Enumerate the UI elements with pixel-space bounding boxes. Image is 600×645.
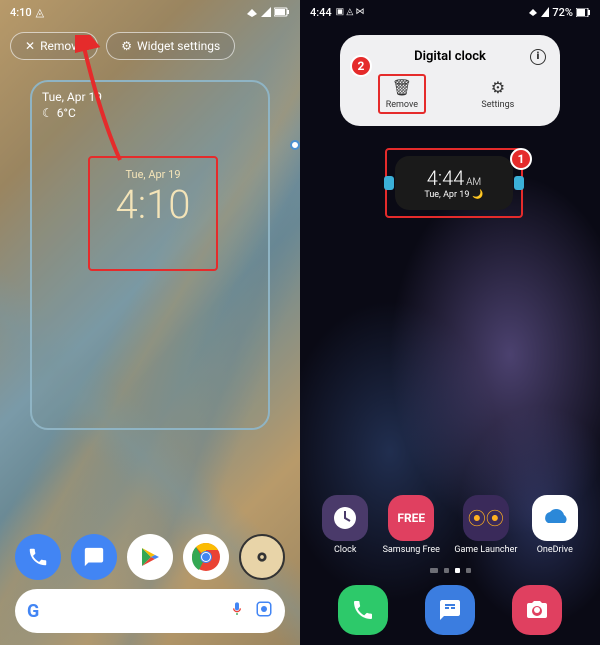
popup-settings-button[interactable]: ⚙ Settings <box>473 74 522 114</box>
dot-active <box>455 568 460 573</box>
resize-handle-left[interactable] <box>384 176 394 190</box>
status-time: 4:10 <box>10 6 32 19</box>
clock-app[interactable]: Clock <box>322 495 368 555</box>
clock-time: 4:10 <box>98 185 208 225</box>
settings-label: Settings <box>481 100 514 110</box>
status-right <box>246 7 290 17</box>
status-bar: 4:44 ▣ ◬ ⋈ 72% <box>300 0 600 24</box>
phone-app[interactable] <box>15 534 61 580</box>
status-icons: ▣ ◬ ⋈ <box>336 7 365 17</box>
moon-icon: ☾ <box>42 106 53 120</box>
battery-pct: 72% <box>552 6 573 19</box>
samsung-free-app[interactable]: FREE Samsung Free <box>383 495 440 555</box>
resize-handle-right[interactable] <box>514 176 524 190</box>
search-bar[interactable]: G <box>15 589 285 633</box>
remove-label: Remove <box>386 100 418 110</box>
status-bar: 4:10 ◬ <box>0 0 300 24</box>
gear-icon: ⚙ <box>491 78 505 97</box>
pixel-home-screen: 4:10 ◬ ✕ Remove ⚙ Widget settings Tue, A… <box>0 0 300 645</box>
samsung-dock <box>300 585 600 635</box>
lens-icon[interactable] <box>255 600 273 622</box>
game-launcher-app[interactable]: ⦿⦿ Game Launcher <box>454 495 517 555</box>
mic-icon[interactable] <box>229 601 245 621</box>
signal-icon <box>541 7 549 17</box>
dock <box>0 534 300 580</box>
trash-icon: 🗑 <box>392 78 412 97</box>
messages-app[interactable] <box>71 534 117 580</box>
info-icon[interactable]: i <box>530 49 546 65</box>
battery-icon <box>576 8 590 17</box>
clock-date: Tue, Apr 19 <box>98 168 208 181</box>
battery-icon <box>274 7 290 17</box>
wifi-icon <box>246 7 258 17</box>
signal-icon <box>261 7 271 17</box>
callout-1: 1 <box>510 148 532 170</box>
callout-2: 2 <box>350 55 372 77</box>
widget-time: 4:44AM <box>427 166 481 190</box>
dot <box>466 568 471 573</box>
play-store-app[interactable] <box>127 534 173 580</box>
samsung-home-screen: 4:44 ▣ ◬ ⋈ 72% Digital clock i 🗑 Remove … <box>300 0 600 645</box>
phone-app[interactable] <box>338 585 388 635</box>
camera-app[interactable] <box>512 585 562 635</box>
clock-widget[interactable]: Tue, Apr 19 4:10 <box>88 156 218 271</box>
status-icon: ◬ <box>36 6 44 19</box>
widget-date: Tue, Apr 19🌙 <box>424 190 483 200</box>
page-indicator[interactable] <box>300 568 600 573</box>
dot <box>444 568 449 573</box>
annotation-arrow <box>75 35 135 169</box>
wifi-icon <box>528 7 538 17</box>
digital-clock-widget[interactable]: 4:44AM Tue, Apr 19🌙 <box>385 148 523 218</box>
resize-handle[interactable] <box>290 140 300 150</box>
onedrive-app[interactable]: OneDrive <box>532 495 578 555</box>
settings-label: Widget settings <box>137 39 220 53</box>
camera-app[interactable] <box>239 534 285 580</box>
status-time: 4:44 <box>310 6 332 19</box>
chrome-app[interactable] <box>183 534 229 580</box>
widget-popup: Digital clock i 🗑 Remove ⚙ Settings <box>340 35 560 126</box>
close-icon: ✕ <box>25 39 35 53</box>
weather-temp: 6°C <box>57 106 76 120</box>
app-row: Clock FREE Samsung Free ⦿⦿ Game Launcher… <box>300 495 600 555</box>
popup-remove-button[interactable]: 🗑 Remove <box>378 74 426 114</box>
popup-title: Digital clock <box>414 49 486 64</box>
google-logo: G <box>27 601 39 622</box>
home-dot <box>430 568 438 573</box>
messages-app[interactable] <box>425 585 475 635</box>
moon-icon: 🌙 <box>472 190 483 200</box>
